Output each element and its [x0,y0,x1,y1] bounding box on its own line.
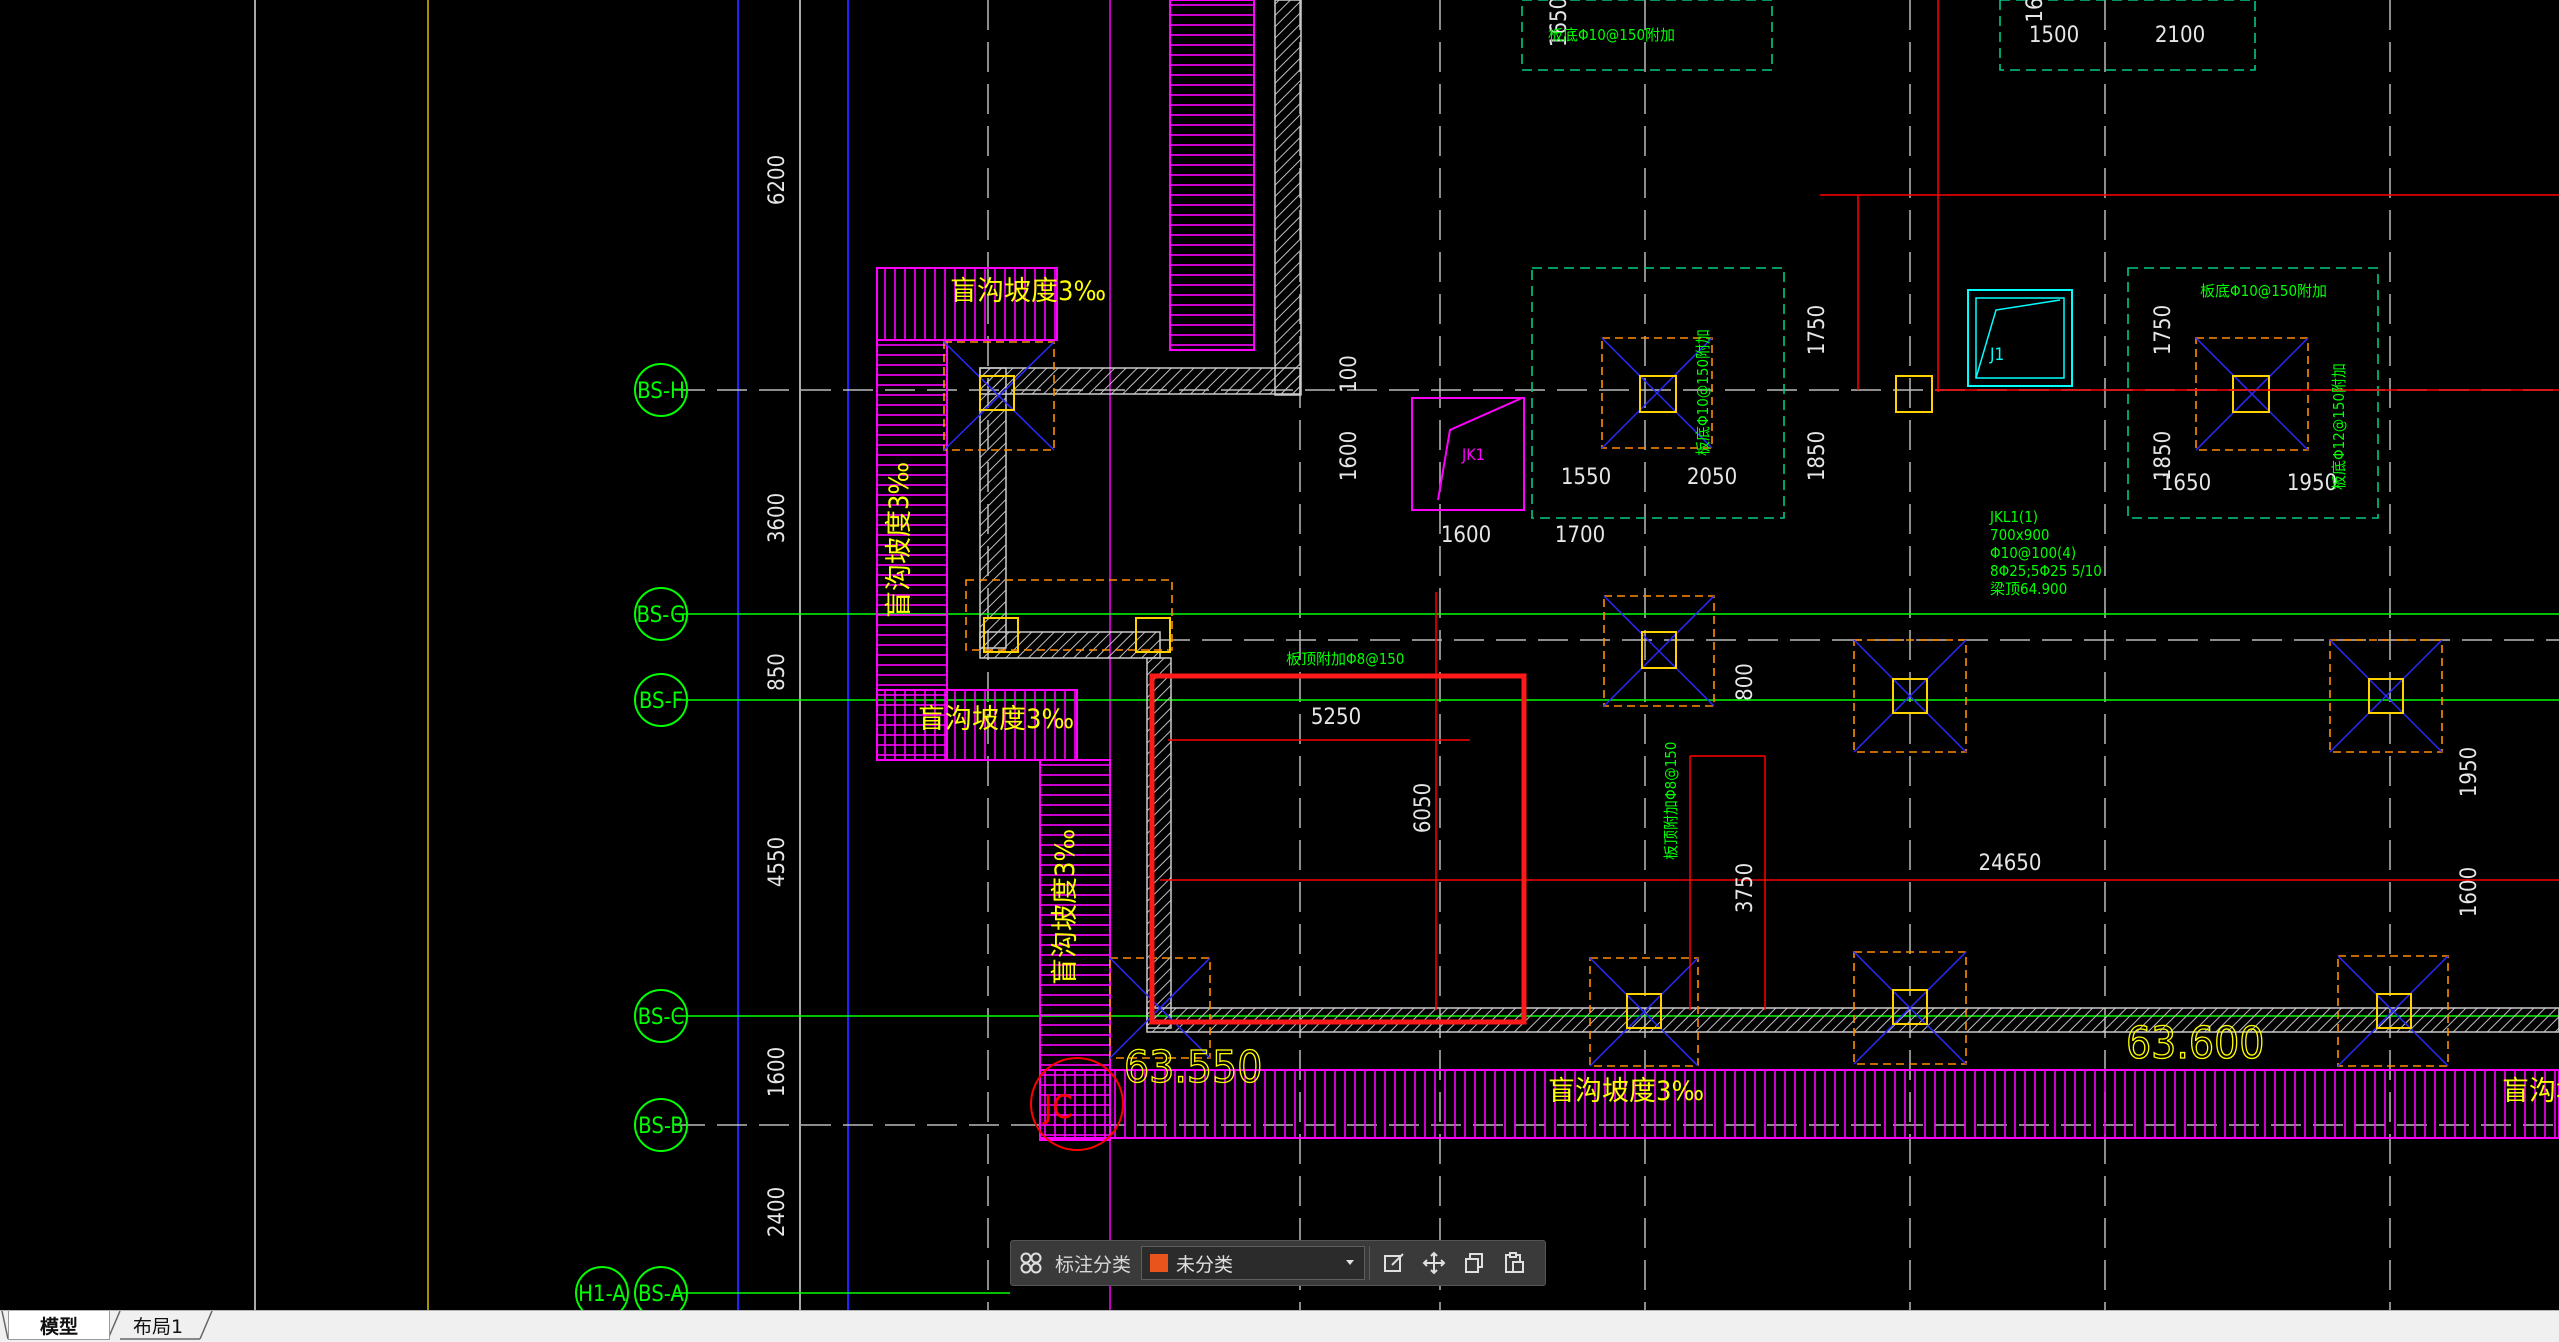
paste-icon [1505,1252,1525,1273]
axis-label-bs-h: BS-H [637,379,685,404]
category-value: 未分类 [1176,1253,1234,1276]
beam-note-line-3: Φ10@100(4) [1990,544,2076,562]
rebar-note-top-2: 板底Φ10@150附加 [2200,282,2327,300]
copy-icon [1465,1253,1484,1273]
dim-1550: 1550 [1561,465,1611,490]
slab-add-note: 板顶附加Φ8@150 [1286,650,1404,668]
beam-note-line-5: 梁顶64.900 [1990,580,2067,598]
layout-tab-bar: 模型 布局1 [0,1310,2559,1342]
dim-850: 850 [765,653,790,691]
dim-1500: 1500 [2029,23,2079,48]
j1-label: J1 [1989,345,2004,365]
grid-icon [1020,1252,1042,1274]
beam-note-line-2: 700x900 [1990,526,2050,544]
dim-1950-right: 1950 [2457,747,2482,797]
pile-cap-outlines [1521,0,2379,519]
dim-100: 100 [1337,355,1362,393]
dim-1600-right: 1600 [2457,867,2482,917]
elevation-63-550: 63.550 [1124,1042,1262,1093]
blind-ditch [876,0,2559,1141]
dim-1700: 1700 [1555,523,1605,548]
dim-16: 16 [2023,0,2048,23]
axis-label-h1-a: H1-A [578,1282,626,1307]
dim-1650-right: 1650 [2161,471,2211,496]
slope-label-5: 盲沟坡度3‰ [1548,1076,1704,1107]
dim-2050: 2050 [1687,465,1737,490]
j1-opening [1967,289,2073,387]
rebar-note-top-1: 板底Φ10@150附加 [1548,26,1675,44]
category-color-swatch [1150,1254,1169,1272]
dim-800: 800 [1733,663,1758,701]
category-label: 标注分类 [1055,1253,1132,1276]
axis-label-bs-a: BS-A [638,1282,684,1307]
rebar-note-side-1: 板底Φ10@150附加 [1694,329,1712,456]
dim-3600: 3600 [765,493,790,543]
dim-6200: 6200 [765,155,790,205]
axis-label-bs-b: BS-B [638,1114,684,1139]
dim-2400: 2400 [765,1187,790,1237]
beam-note-line-1: JKL1(1) [1989,508,2038,526]
axis-label-bs-c: BS-C [638,1005,685,1030]
axis-label-bs-g: BS-G [636,603,685,628]
slope-label-6: 盲沟坡度3‰ [2502,1076,2559,1107]
grid-bubbles [575,363,688,1310]
chevron-down-icon [1346,1260,1355,1265]
slope-label-1: 盲沟坡度3‰ [950,276,1106,307]
edit-button[interactable] [1374,1240,1414,1286]
dim-5250: 5250 [1311,705,1361,730]
grid-view-button[interactable] [1011,1240,1051,1286]
axis-label-bs-f: BS-F [639,689,683,714]
annotation-toolbar: 标注分类 未分类 [1010,1240,1546,1286]
dim-24650: 24650 [1979,851,2042,876]
elevation-63-600: 63.600 [2126,1018,2264,1069]
move-button[interactable] [1414,1240,1454,1286]
slope-label-4: 盲沟坡度3‰ [1050,829,1081,985]
copy-button[interactable] [1454,1240,1494,1286]
drawing-canvas[interactable]: BS-H BS-G BS-F BS-C BS-B BS-A H1-A 6200 … [0,0,2559,1310]
red-lines [1160,0,2559,1010]
dim-2100: 2100 [2155,23,2205,48]
dim-1750-a: 1750 [1805,305,1830,355]
move-icon [1422,1251,1446,1275]
edit-icon [1384,1253,1404,1272]
slab-add-note-vertical: 板顶附加Φ8@150 [1662,742,1680,860]
tab-model[interactable]: 模型 [8,1311,110,1340]
jc-label: JC [1042,1088,1073,1126]
tab-bar-decoration [1,1311,213,1340]
category-select[interactable]: 未分类 [1141,1246,1366,1280]
dim-1600-left: 1600 [765,1047,790,1097]
dim-1600-bottom: 1600 [1441,523,1491,548]
jk1-label: JK1 [1461,445,1485,464]
slope-label-3: 盲沟坡度3‰ [918,704,1074,735]
dim-4550: 4550 [765,837,790,887]
beam-note-line-4: 8Φ25;5Φ25 5/10 [1990,562,2102,580]
paste-button[interactable] [1494,1240,1534,1286]
dim-1850-a: 1850 [1805,431,1830,481]
rebar-note-side-2: 板底Φ12@150附加 [2330,363,2348,490]
dim-6050: 6050 [1411,783,1436,833]
slope-label-2: 盲沟坡度3‰ [884,462,915,618]
dim-1600-jk: 1600 [1337,431,1362,481]
dim-3750: 3750 [1733,863,1758,913]
toolbar-divider [1369,1246,1371,1280]
dim-1750-b: 1750 [2151,305,2176,355]
tab-layout1[interactable]: 布局1 [108,1311,208,1339]
